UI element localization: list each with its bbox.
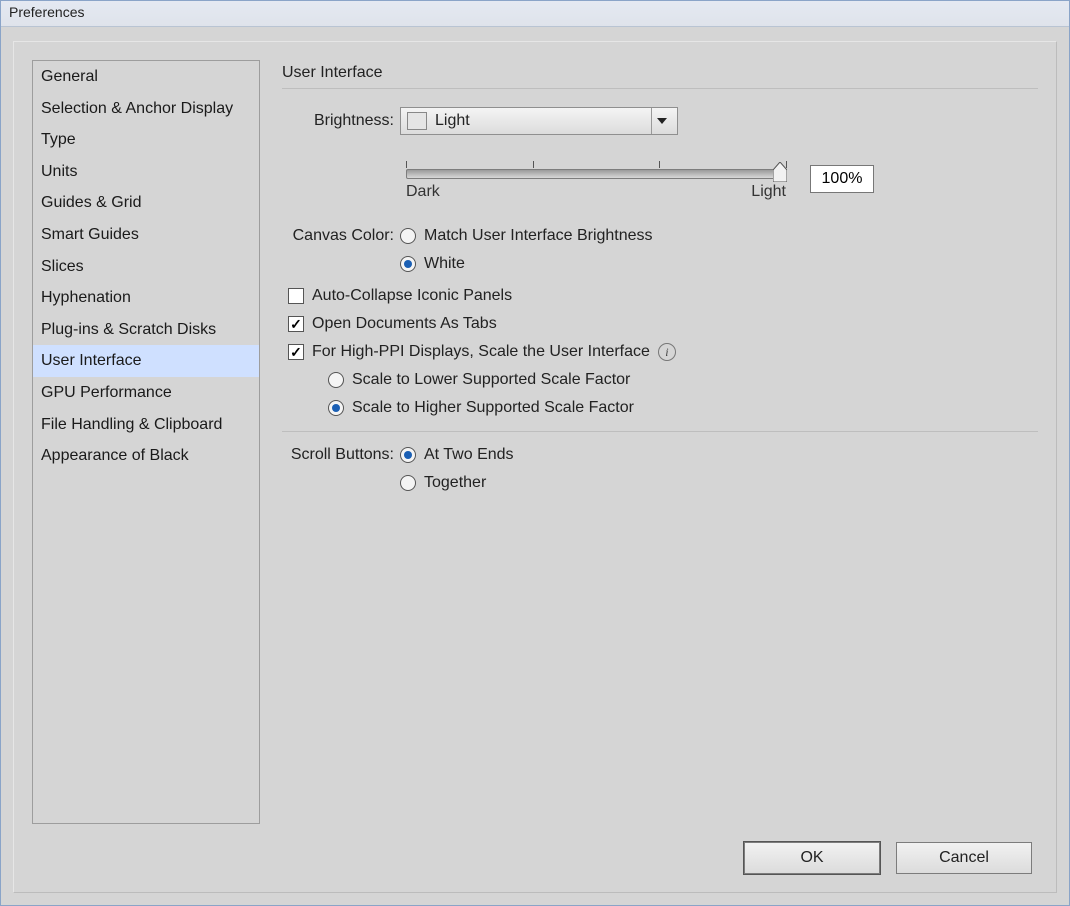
high-ppi-text: For High-PPI Displays, Scale the User In… [312,343,650,361]
brightness-slider[interactable] [406,169,786,179]
brightness-label: Brightness: [282,112,400,130]
ok-button-label: OK [800,849,823,867]
open-tabs-checkbox[interactable]: Open Documents As Tabs [288,315,497,333]
scale-higher-radio[interactable]: Scale to Higher Supported Scale Factor [328,399,634,417]
sidebar-item-slices[interactable]: Slices [33,251,259,283]
canvas-color-white-radio[interactable]: White [400,255,465,273]
sidebar-item-hyphenation[interactable]: Hyphenation [33,282,259,314]
scroll-two-ends-text: At Two Ends [424,446,514,464]
settings-panel: User Interface Brightness: Light [282,60,1038,824]
scale-lower-text: Scale to Lower Supported Scale Factor [352,371,630,389]
brightness-swatch-icon [407,112,427,130]
sidebar-item-appearance-of-black[interactable]: Appearance of Black [33,440,259,472]
scroll-together-radio[interactable]: Together [400,474,486,492]
slider-light-label: Light [751,183,786,201]
brightness-slider-area: Dark Light [406,161,786,201]
panel-heading: User Interface [282,64,1038,89]
preferences-window: Preferences GeneralSelection & Anchor Di… [0,0,1070,906]
auto-collapse-checkbox[interactable]: Auto-Collapse Iconic Panels [288,287,512,305]
canvas-color-match-text: Match User Interface Brightness [424,227,653,245]
scale-higher-text: Scale to Higher Supported Scale Factor [352,399,634,417]
window-title: Preferences [1,1,1069,27]
scroll-together-text: Together [424,474,486,492]
brightness-percent-field[interactable]: 100% [810,165,874,193]
brightness-value: Light [435,112,645,130]
scale-lower-radio[interactable]: Scale to Lower Supported Scale Factor [328,371,630,389]
sidebar-item-selection-anchor-display[interactable]: Selection & Anchor Display [33,93,259,125]
sidebar-item-units[interactable]: Units [33,156,259,188]
sidebar-item-type[interactable]: Type [33,124,259,156]
canvas-color-white-text: White [424,255,465,273]
high-ppi-checkbox[interactable]: For High-PPI Displays, Scale the User In… [288,343,650,361]
category-list: GeneralSelection & Anchor DisplayTypeUni… [32,60,260,824]
sidebar-item-plug-ins-scratch-disks[interactable]: Plug-ins & Scratch Disks [33,314,259,346]
canvas-color-match-radio[interactable]: Match User Interface Brightness [400,227,653,245]
dialog-body: GeneralSelection & Anchor DisplayTypeUni… [13,41,1057,893]
info-icon[interactable]: i [658,343,676,361]
dropdown-caret-icon [651,108,671,134]
brightness-percent-value: 100% [822,170,863,188]
slider-ticks [406,161,786,169]
open-tabs-text: Open Documents As Tabs [312,315,497,333]
sidebar-item-general[interactable]: General [33,61,259,93]
sidebar-item-smart-guides[interactable]: Smart Guides [33,219,259,251]
brightness-slider-thumb[interactable] [773,162,787,182]
sidebar-item-gpu-performance[interactable]: GPU Performance [33,377,259,409]
sidebar-item-user-interface[interactable]: User Interface [33,345,259,377]
auto-collapse-text: Auto-Collapse Iconic Panels [312,287,512,305]
sidebar-item-file-handling-clipboard[interactable]: File Handling & Clipboard [33,409,259,441]
brightness-dropdown[interactable]: Light [400,107,678,135]
slider-dark-label: Dark [406,183,440,201]
divider [282,431,1038,432]
sidebar-item-guides-grid[interactable]: Guides & Grid [33,187,259,219]
scroll-label: Scroll Buttons: [282,446,400,464]
cancel-button-label: Cancel [939,849,989,867]
ok-button[interactable]: OK [744,842,880,874]
cancel-button[interactable]: Cancel [896,842,1032,874]
canvas-color-label: Canvas Color: [282,227,400,245]
scroll-two-ends-radio[interactable]: At Two Ends [400,446,514,464]
